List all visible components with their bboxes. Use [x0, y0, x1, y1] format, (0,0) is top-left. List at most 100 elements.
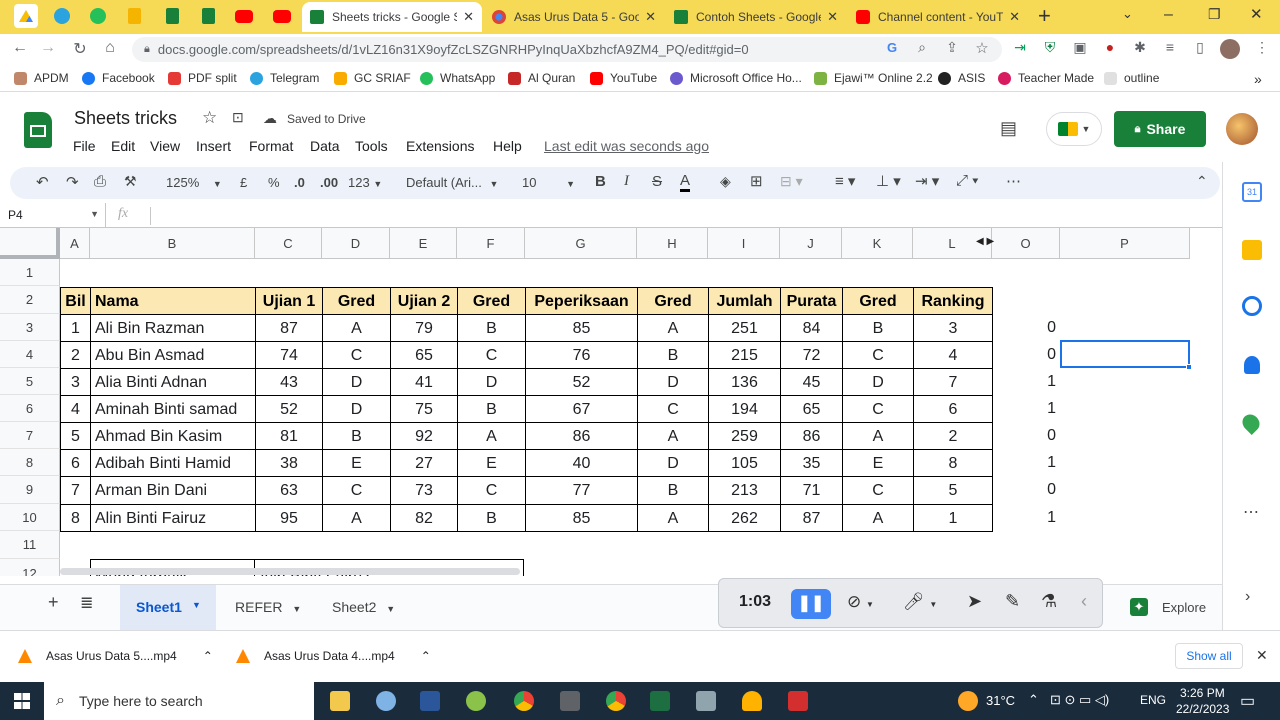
column-o-cell[interactable]: 1 — [992, 504, 1060, 531]
kebab-menu-icon[interactable]: ⋮ — [1252, 39, 1272, 56]
network-app-icon[interactable] — [696, 691, 716, 711]
vertical-align-icon[interactable]: ⊥ ▾ — [876, 172, 901, 190]
column-o-cell[interactable]: 1 — [992, 368, 1060, 395]
omnibox[interactable]: 🔒︎ docs.google.com/spreadsheets/d/1vLZ16… — [132, 37, 1002, 62]
file-explorer-icon[interactable] — [330, 691, 350, 711]
fill-handle[interactable] — [1186, 364, 1192, 370]
language-indicator[interactable]: ENG — [1140, 693, 1166, 707]
table-cell[interactable]: 86 — [780, 422, 843, 450]
row-header-9[interactable]: 9 — [0, 476, 60, 504]
table-cell[interactable]: E — [457, 449, 526, 477]
hide-annotation-icon[interactable]: ⊘ ▼ — [847, 592, 874, 612]
table-cell[interactable]: 75 — [390, 395, 458, 423]
table-cell[interactable]: C — [637, 395, 709, 423]
table-cell[interactable]: 4 — [913, 341, 993, 369]
table-cell[interactable]: 73 — [390, 476, 458, 505]
browser-tab-contoh-sheets[interactable]: Contoh Sheets - Google ✕ — [666, 2, 846, 32]
table-cell[interactable]: Ali Bin Razman — [90, 314, 256, 342]
close-icon[interactable]: ✕ — [1009, 9, 1020, 25]
table-cell[interactable]: E — [322, 449, 391, 477]
menu-help[interactable]: Help — [493, 138, 522, 154]
font-family-select[interactable]: Default (Ari... ▼ — [406, 175, 498, 190]
close-icon[interactable]: ✕ — [827, 9, 838, 25]
column-header-j[interactable]: J — [780, 228, 842, 259]
table-cell[interactable]: B — [457, 314, 526, 342]
bookmark-microsoft-office[interactable]: Microsoft Office Ho... — [670, 71, 802, 85]
column-header-k[interactable]: K — [842, 228, 913, 259]
close-icon[interactable]: ✕ — [463, 9, 474, 25]
table-cell[interactable]: 65 — [780, 395, 843, 423]
menu-tools[interactable]: Tools — [355, 138, 388, 154]
more-addons-icon[interactable]: ⋯ — [1243, 502, 1259, 522]
table-cell[interactable]: Alia Binti Adnan — [90, 368, 256, 396]
table-cell[interactable]: D — [842, 368, 914, 396]
vlc-taskbar-icon[interactable] — [742, 691, 762, 711]
table-cell[interactable]: A — [842, 504, 914, 532]
clock-time[interactable]: 3:26 PM — [1180, 686, 1225, 700]
bookmark-teacher-made[interactable]: Teacher Made — [998, 71, 1094, 85]
sheet-tab-sheet2[interactable]: Sheet2 ▼ — [332, 599, 395, 615]
zoom-select[interactable]: 125% ▼ — [166, 175, 222, 190]
minimize-icon[interactable]: – — [1164, 6, 1173, 24]
selected-cell-p4[interactable] — [1060, 340, 1190, 368]
column-header-g[interactable]: G — [525, 228, 637, 259]
keep-icon[interactable] — [1242, 240, 1262, 260]
row-header-2[interactable]: 2 — [0, 286, 60, 314]
calculator-icon[interactable] — [560, 691, 580, 711]
table-header-cell[interactable]: Bil — [60, 287, 91, 315]
table-cell[interactable]: 6 — [60, 449, 91, 477]
show-all-button[interactable]: Show all — [1175, 643, 1243, 669]
close-downloads-icon[interactable]: ✕ — [1256, 647, 1268, 664]
column-o-cell[interactable]: 1 — [992, 449, 1060, 476]
row-header-6[interactable]: 6 — [0, 395, 60, 422]
pinned-tab-telegram[interactable] — [50, 4, 74, 28]
pinned-tab-keep[interactable] — [122, 4, 146, 28]
tray-icons[interactable]: ⊡ ⊙ ▭ ◁) — [1050, 692, 1109, 708]
shield-icon[interactable]: ⛨ — [1040, 39, 1060, 56]
table-cell[interactable]: C — [842, 395, 914, 423]
column-header-o[interactable]: O — [992, 228, 1060, 259]
table-cell[interactable]: 79 — [390, 314, 458, 342]
collapse-menu-icon[interactable]: ⌃ — [1196, 173, 1208, 190]
contacts-icon[interactable] — [1244, 356, 1260, 374]
notification-icon[interactable]: ▭ — [1240, 691, 1255, 711]
merge-cells-icon[interactable]: ⊟ ▾ — [780, 173, 803, 190]
table-cell[interactable]: Arman Bin Dani — [90, 476, 256, 505]
last-edit-link[interactable]: Last edit was seconds ago — [544, 138, 709, 154]
download-item-2[interactable]: Asas Urus Data 4....mp4 ⌃ — [236, 649, 431, 663]
column-o-cell[interactable]: 1 — [992, 395, 1060, 422]
table-cell[interactable]: 43 — [255, 368, 323, 396]
table-cell[interactable]: 1 — [913, 504, 993, 532]
tray-expand-icon[interactable]: ⌃ — [1028, 692, 1039, 708]
browser-tab-sheets-tricks[interactable]: Sheets tricks - Google Sh ✕ — [302, 2, 482, 32]
pinned-tab-sheets-2[interactable] — [196, 4, 220, 28]
column-o-cell[interactable]: 0 — [992, 422, 1060, 449]
bookmark-facebook[interactable]: Facebook — [82, 71, 155, 85]
table-cell[interactable]: 63 — [255, 476, 323, 505]
table-cell[interactable]: C — [842, 476, 914, 505]
table-cell[interactable]: B — [637, 341, 709, 369]
tab-search-icon[interactable]: ⌄ — [1122, 6, 1133, 22]
table-cell[interactable]: 259 — [708, 422, 781, 450]
table-cell[interactable]: C — [842, 341, 914, 369]
table-header-cell[interactable]: Gred — [457, 287, 526, 315]
bookmark-asis[interactable]: ASIS — [938, 71, 985, 85]
clock-date[interactable]: 22/2/2023 — [1176, 702, 1229, 716]
maps-icon[interactable] — [1238, 410, 1264, 436]
pinned-tab-youtube-2[interactable] — [270, 4, 294, 28]
text-color-button[interactable]: A — [680, 172, 691, 192]
app-icon[interactable] — [376, 691, 396, 711]
share-page-icon[interactable]: ⇪ — [942, 39, 962, 56]
table-cell[interactable]: 8 — [60, 504, 91, 532]
windows-start-icon[interactable] — [14, 693, 30, 709]
bookmark-al-quran[interactable]: Al Quran — [508, 71, 575, 85]
restore-icon[interactable]: ❐ — [1208, 6, 1221, 23]
table-cell[interactable]: A — [637, 504, 709, 532]
table-cell[interactable]: 5 — [913, 476, 993, 505]
row-header-11[interactable]: 11 — [0, 531, 60, 559]
pinned-tab-sheets-1[interactable] — [160, 4, 184, 28]
pinned-tab-youtube-1[interactable] — [232, 4, 256, 28]
currency-button[interactable]: £ — [240, 175, 247, 190]
bookmark-gc-sriaf[interactable]: GC SRIAF — [334, 71, 411, 85]
column-header-h[interactable]: H — [637, 228, 708, 259]
